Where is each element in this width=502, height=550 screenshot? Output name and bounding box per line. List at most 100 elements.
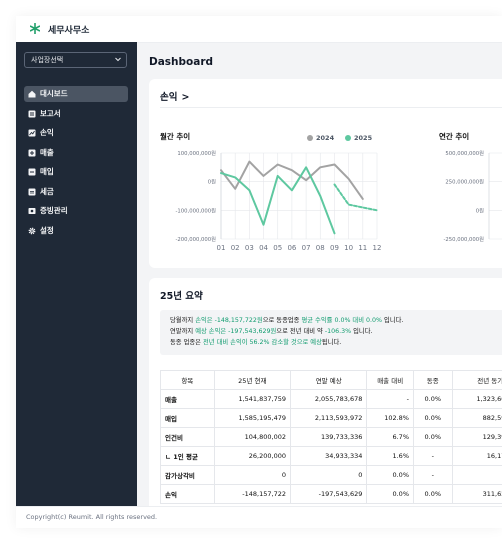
table-cell: 104,800,002	[213, 427, 292, 447]
table-cell: 2,055,783,678	[289, 389, 368, 409]
sidebar-item-dashboard[interactable]: 대시보드	[24, 86, 128, 102]
text: 으로 전년 대비 약	[276, 328, 325, 335]
chart-icon	[28, 129, 36, 137]
summary-line-1: 당월까지 손익은 -148,157,722원으로 동종업종 평균 수익률 0.0…	[170, 316, 403, 327]
table-cell: 882,591,773	[451, 408, 502, 428]
y-tick-label: 250,000,000원	[445, 178, 484, 186]
plus-box-icon	[28, 149, 36, 156]
table-cell: 1,323,609,621	[451, 389, 502, 409]
profit-card-title-text: 손익	[160, 92, 178, 103]
table-header: 동종	[413, 370, 453, 390]
chevron-right-icon: >	[181, 92, 190, 103]
table-cell: 0.0%	[366, 465, 414, 485]
table-cell: 손익	[160, 484, 215, 504]
sidebar-item-purchase[interactable]: 매입	[24, 164, 128, 180]
legend-label: 2025	[354, 134, 373, 142]
sidebar-item-receipts[interactable]: 증빙관리	[24, 203, 128, 219]
table-row: 인건비104,800,002139,733,3366.7%0.0%129,394…	[160, 427, 502, 447]
y-tick-label: 500,000,000원	[445, 149, 484, 157]
profit-card: 손익 > 월간 추이 2024 2025 100,000,000원 0원 -100,0…	[149, 79, 502, 268]
table-cell: 311,623,411	[451, 484, 502, 504]
sidebar-item-settings[interactable]: 설정	[24, 223, 128, 239]
main-content: Dashboard 손익 > 월간 추이 2024 2025 100,000,00…	[137, 42, 502, 528]
profit-card-title[interactable]: 손익 >	[160, 89, 189, 103]
summary-card-title: 25년 요약	[160, 291, 203, 302]
minus-box-icon	[28, 168, 36, 176]
sidebar-item-report[interactable]: 보고서	[24, 106, 128, 122]
legend-dot	[307, 135, 313, 141]
highlight-text: 전년 대비 손익이 56.2% 감소할 것으로 예상	[202, 339, 322, 346]
workplace-select-label: 사업장선택	[31, 56, 64, 64]
x-tick-label: 12	[373, 244, 382, 252]
table-row: ㄴ 1인 평균26,200,00034,933,3341.6%-16,174,3…	[160, 446, 502, 466]
table-cell: 102.8%	[366, 408, 414, 428]
table-cell: 0	[289, 465, 368, 485]
table-row: 매출 1,541,837,759 2,055,783,678-0.0% 1,323,6…	[160, 389, 502, 409]
legend-2025[interactable]: 2025	[345, 134, 372, 142]
table-header: 25년 현재	[213, 370, 292, 390]
table-cell: 1,541,837,759	[213, 389, 292, 409]
x-tick-label: 09	[330, 244, 339, 252]
home-icon	[28, 90, 36, 98]
sidebar-item-profit[interactable]: 손익	[24, 125, 128, 141]
summary-text-box: 당월까지 손익은 -148,157,722원으로 동종업종 평균 수익률 0.0…	[160, 310, 502, 355]
sidebar-item-label: 세금	[40, 186, 54, 196]
x-tick-label: 06	[287, 244, 296, 252]
table-header: 항목	[160, 370, 215, 390]
app-title: 세무사무소	[48, 26, 90, 36]
legend-2024[interactable]: 2024	[307, 134, 334, 142]
y-tick-label: -250,000,000원	[444, 235, 485, 243]
table-cell: 0	[213, 465, 292, 485]
legend-dot	[345, 135, 351, 141]
table-cell: 0.0%	[413, 389, 453, 409]
summary-table: 항목 25년 현재 연말 예상 매출 대비 동종 전년 동기 매출 1,541,8…	[160, 370, 502, 504]
table-cell: -	[413, 465, 453, 485]
table-cell: 2,113,593,972	[289, 408, 368, 428]
sidebar: 사업장선택 대시보드 보고서 손익 매출 매입 세금 증빙관리 설정	[16, 42, 137, 528]
chevron-down-icon	[115, 57, 121, 62]
table-cell: 129,394,444	[451, 427, 502, 447]
gear-icon	[28, 227, 36, 234]
x-tick-label: 01	[217, 244, 226, 252]
copyright-text: Copyright(c) Reumit. All rights reserved…	[26, 513, 158, 521]
table-cell: 매입	[160, 408, 215, 428]
sidebar-item-label: 손익	[40, 128, 54, 137]
receipt-icon	[28, 208, 36, 214]
table-cell: 감가상각비	[160, 465, 215, 485]
table-header: 연말 예상	[289, 370, 368, 390]
monthly-line-chart: 100,000,000원 0원 -100,000,000원 -200,000,000원…	[176, 149, 382, 252]
sidebar-item-label: 매출	[40, 147, 54, 157]
table-cell: -	[413, 446, 453, 466]
text: 연말까지	[170, 328, 196, 335]
table-cell: 16,174,305	[451, 446, 502, 466]
x-tick-label: 02	[231, 244, 240, 252]
table-cell: -	[366, 389, 414, 409]
summary-line-2: 연말까지 예상 손익은 -197,543,629원으로 전년 대비 약 -106…	[170, 327, 373, 338]
text: 동종 업종은	[170, 339, 203, 346]
table-cell: 0.0%	[413, 484, 453, 504]
summary-line-3: 동종 업종은 전년 대비 손익이 56.2% 감소할 것으로 예상됩니다.	[170, 338, 341, 349]
summary-card: 25년 요약 당월까지 손익은 -148,157,722원으로 동종업종 평균 …	[149, 278, 502, 528]
table-cell: -148,157,722	[213, 484, 292, 504]
text: 당월까지	[170, 317, 196, 324]
highlight-text: -106.3%	[324, 328, 352, 335]
table-cell: 139,733,336	[289, 427, 368, 447]
highlight-text: 예상 손익은 -197,543,629원	[195, 328, 277, 335]
table-cell: 0	[451, 465, 502, 485]
table-cell: 인건비	[160, 427, 215, 447]
x-tick-label: 07	[302, 244, 311, 252]
x-tick-label: 10	[344, 244, 353, 252]
table-cell: 1.6%	[366, 446, 414, 466]
tax-icon	[28, 188, 36, 195]
workplace-select[interactable]: 사업장선택	[24, 52, 127, 68]
yearly-bar-chart: 500,000,000원 250,000,000원 0원 -250,000,000원	[444, 149, 502, 243]
x-tick-label: 05	[273, 244, 282, 252]
text: 됩니다.	[321, 339, 342, 346]
sidebar-item-label: 대시보드	[40, 89, 68, 98]
y-tick-label: 0원	[476, 206, 484, 214]
sidebar-item-tax[interactable]: 세금	[24, 184, 128, 200]
sidebar-item-sales[interactable]: 매출	[24, 145, 128, 161]
app-window: 세무사무소 사업장선택 대시보드 보고서 손익 매출 매입 세금 증빙관리 설정…	[16, 16, 502, 528]
table-header-row: 항목 25년 현재 연말 예상 매출 대비 동종 전년 동기	[160, 370, 502, 390]
sidebar-item-label: 설정	[40, 225, 54, 235]
